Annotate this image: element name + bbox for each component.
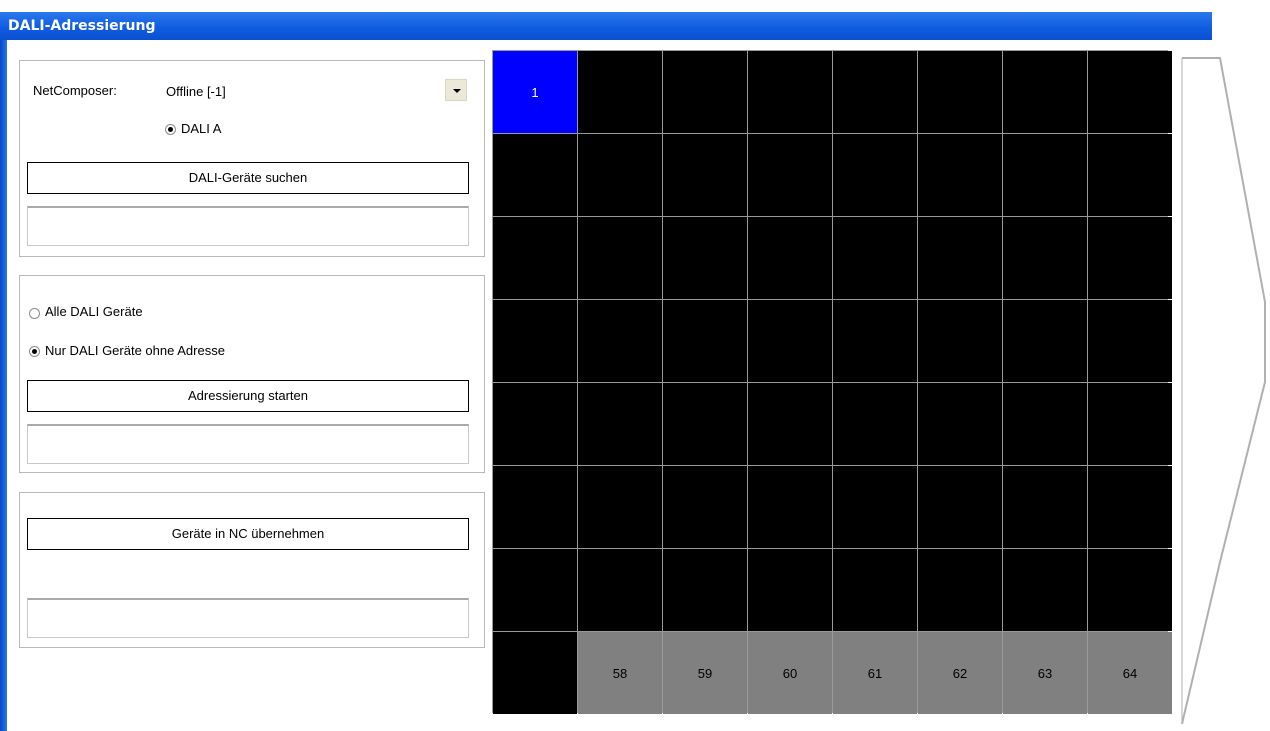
address-cell[interactable]: [578, 466, 662, 548]
address-cell[interactable]: 62: [918, 632, 1002, 714]
address-cell[interactable]: [833, 466, 917, 548]
address-cell[interactable]: [578, 549, 662, 631]
title-band: [0, 12, 1212, 40]
address-cell[interactable]: [1088, 134, 1172, 216]
address-grid: 1 58 59 60 61 62 63 64: [492, 50, 1172, 714]
start-addressing-button[interactable]: Adressierung starten: [27, 380, 469, 412]
address-cell[interactable]: [1003, 300, 1087, 382]
window-title: DALI-Adressierung: [8, 18, 156, 34]
address-cell[interactable]: [663, 217, 747, 299]
address-cell[interactable]: [493, 383, 577, 465]
address-cell[interactable]: [663, 549, 747, 631]
address-cell[interactable]: 64: [1088, 632, 1172, 714]
address-cell[interactable]: [578, 383, 662, 465]
address-cell[interactable]: [663, 466, 747, 548]
address-cell[interactable]: 58: [578, 632, 662, 714]
address-cell[interactable]: [833, 383, 917, 465]
search-status-field: [27, 206, 469, 246]
address-cell[interactable]: [1088, 300, 1172, 382]
address-cell[interactable]: [493, 632, 577, 714]
address-cell[interactable]: [748, 549, 832, 631]
address-cell[interactable]: [918, 300, 1002, 382]
combo-dropdown-arrow-icon[interactable]: [445, 79, 467, 101]
apply-to-nc-button[interactable]: Geräte in NC übernehmen: [27, 518, 469, 550]
address-cell[interactable]: [493, 549, 577, 631]
address-cell[interactable]: [663, 383, 747, 465]
address-cell[interactable]: [1003, 383, 1087, 465]
dali-a-radio[interactable]: [165, 124, 176, 135]
netcomposer-combo-value[interactable]: Offline [-1]: [166, 84, 226, 99]
netcomposer-label: NetComposer:: [33, 83, 117, 98]
address-cell[interactable]: [663, 51, 747, 133]
address-cell[interactable]: [1003, 134, 1087, 216]
address-cell[interactable]: 63: [1003, 632, 1087, 714]
address-cell[interactable]: [833, 549, 917, 631]
address-cell[interactable]: [1088, 217, 1172, 299]
address-cell[interactable]: [833, 51, 917, 133]
address-cell[interactable]: [1088, 51, 1172, 133]
address-cell[interactable]: [663, 134, 747, 216]
address-cell[interactable]: [918, 51, 1002, 133]
address-cell[interactable]: 60: [748, 632, 832, 714]
address-cell[interactable]: [578, 300, 662, 382]
address-cell[interactable]: [1003, 466, 1087, 548]
address-cell[interactable]: [493, 466, 577, 548]
address-cell[interactable]: [833, 134, 917, 216]
address-cell[interactable]: [578, 51, 662, 133]
unaddressed-devices-radio[interactable]: [29, 346, 40, 357]
all-devices-radio-label: Alle DALI Geräte: [45, 304, 143, 319]
address-cell[interactable]: [493, 300, 577, 382]
address-cell[interactable]: [1003, 51, 1087, 133]
address-cell[interactable]: [833, 300, 917, 382]
address-cell[interactable]: 61: [833, 632, 917, 714]
address-cell[interactable]: [493, 134, 577, 216]
address-cell[interactable]: [663, 300, 747, 382]
all-devices-radio[interactable]: [29, 308, 40, 319]
address-cell[interactable]: [748, 51, 832, 133]
search-devices-button[interactable]: DALI-Geräte suchen: [27, 162, 469, 194]
address-cell[interactable]: [578, 134, 662, 216]
right-panel-splitter: [1181, 57, 1266, 724]
address-cell[interactable]: [1003, 217, 1087, 299]
address-cell[interactable]: [578, 217, 662, 299]
address-cell[interactable]: [1088, 466, 1172, 548]
address-cell[interactable]: [918, 549, 1002, 631]
address-cell[interactable]: [748, 383, 832, 465]
address-cell[interactable]: 59: [663, 632, 747, 714]
address-cell[interactable]: [493, 217, 577, 299]
address-cell[interactable]: [748, 466, 832, 548]
apply-status-field: [27, 598, 469, 638]
address-cell[interactable]: [918, 217, 1002, 299]
window-frame-left: [0, 40, 7, 731]
unaddressed-devices-radio-label: Nur DALI Geräte ohne Adresse: [45, 343, 225, 358]
address-cell[interactable]: [748, 300, 832, 382]
address-cell[interactable]: [918, 383, 1002, 465]
address-cell[interactable]: [918, 134, 1002, 216]
address-cell[interactable]: [748, 217, 832, 299]
address-cell[interactable]: [1003, 549, 1087, 631]
dali-a-radio-label: DALI A: [181, 121, 222, 136]
address-cell[interactable]: [918, 466, 1002, 548]
address-cell[interactable]: [833, 217, 917, 299]
address-cell[interactable]: [748, 134, 832, 216]
address-cell[interactable]: [1088, 549, 1172, 631]
address-cell[interactable]: 1: [493, 51, 577, 133]
title-bar[interactable]: DALI-Adressierung: [0, 0, 1212, 40]
address-cell[interactable]: [1088, 383, 1172, 465]
addressing-status-field: [27, 424, 469, 464]
